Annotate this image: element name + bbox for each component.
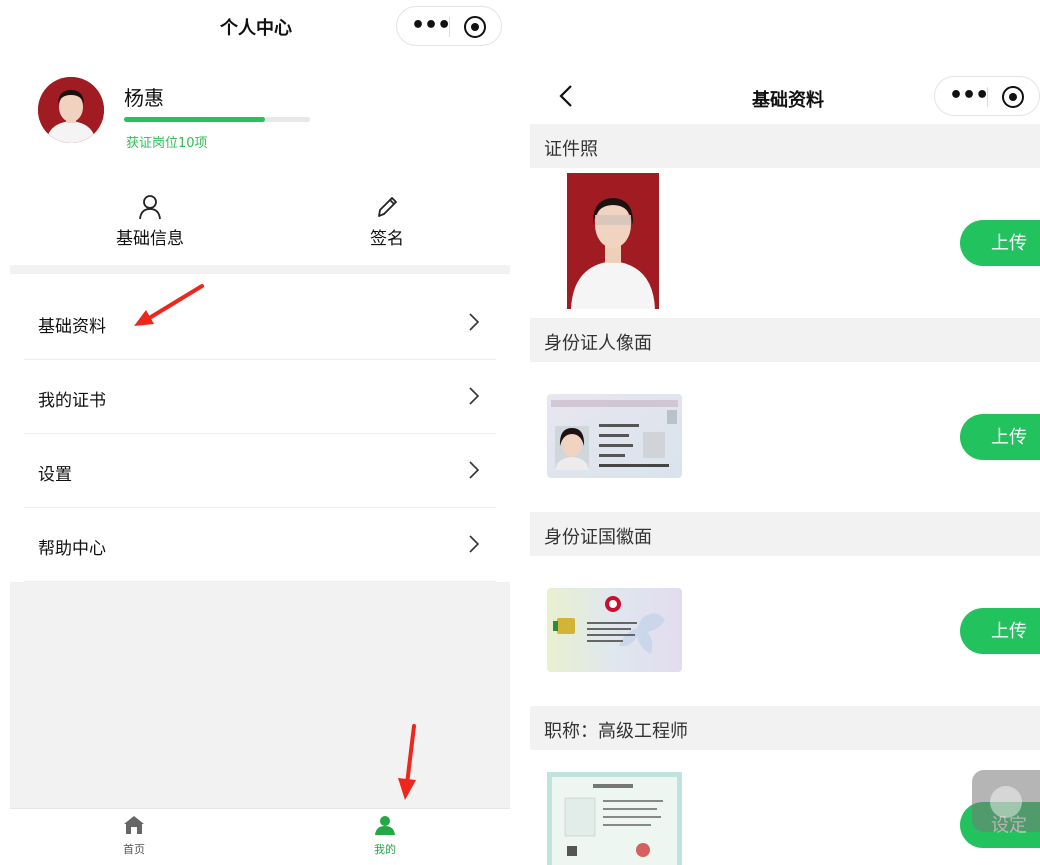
signature-button[interactable]: 签名 <box>332 194 442 249</box>
id-card-front-image <box>547 394 682 478</box>
tab-home-label: 首页 <box>123 843 145 856</box>
upload-id-photo-button[interactable]: 上传 <box>960 220 1040 266</box>
section-label: 身份证人像面 <box>544 333 652 354</box>
id-photo-thumbnail[interactable] <box>567 173 659 309</box>
page-title: 基础资料 <box>752 90 824 111</box>
menu-item-label: 基础资料 <box>38 317 106 337</box>
menu-item-label: 帮助中心 <box>38 539 106 559</box>
tab-home[interactable]: 首页 <box>94 815 174 857</box>
mini-program-capsule[interactable]: ••• <box>934 76 1040 116</box>
profile-screen: 个人中心 ••• 杨惠 获证岗位10项 基础信息 签名 基础资料 我的证书 设置… <box>10 0 510 865</box>
avatar[interactable] <box>38 77 104 143</box>
upload-id-front-button[interactable]: 上传 <box>960 414 1040 460</box>
capsule-divider <box>987 87 988 107</box>
capsule-divider <box>449 17 450 37</box>
avatar-photo <box>38 77 104 143</box>
tab-bar: 首页 我的 <box>10 808 510 865</box>
menu-item-my-certificates[interactable]: 我的证书 <box>24 360 496 434</box>
tab-mine[interactable]: 我的 <box>345 815 425 857</box>
chevron-right-icon <box>469 461 480 479</box>
more-icon[interactable]: ••• <box>411 14 451 38</box>
basic-data-screen: 基础资料 ••• 证件照 上传 身份证人像面 上传 身份证国徽面 上传 职称：高… <box>530 0 1040 865</box>
floating-assistive-button[interactable] <box>972 770 1040 832</box>
more-icon[interactable]: ••• <box>949 84 989 108</box>
section-label: 证件照 <box>544 139 598 160</box>
back-arrow-icon[interactable] <box>558 84 574 108</box>
tab-mine-label: 我的 <box>374 843 396 856</box>
basic-info-label: 基础信息 <box>116 229 184 249</box>
menu-item-settings[interactable]: 设置 <box>24 434 496 508</box>
annotation-arrow-menu <box>134 284 204 326</box>
section-header: 身份证国徽面 <box>530 512 1040 556</box>
section-label: 身份证国徽面 <box>544 527 652 548</box>
cert-progress-fill <box>124 117 266 122</box>
id-photo-image <box>567 173 659 309</box>
menu-item-basic-data[interactable]: 基础资料 <box>24 286 496 360</box>
section-header: 证件照 <box>530 124 1040 168</box>
home-icon <box>124 816 144 834</box>
empty-area <box>10 582 510 808</box>
section-header: 职称：高级工程师 <box>530 706 1040 750</box>
basic-info-button[interactable]: 基础信息 <box>95 194 205 249</box>
floating-ball-icon <box>990 786 1022 818</box>
signature-label: 签名 <box>370 229 404 249</box>
title-certificate-image <box>547 772 682 865</box>
close-target-icon[interactable] <box>1002 86 1024 108</box>
mini-program-capsule[interactable]: ••• <box>396 6 502 46</box>
annotation-arrow-tab <box>398 724 416 800</box>
cert-progress-bar <box>124 117 310 122</box>
upload-id-back-button[interactable]: 上传 <box>960 608 1040 654</box>
id-card-front-thumbnail[interactable] <box>547 394 682 478</box>
person-icon <box>375 816 395 835</box>
menu-item-help-center[interactable]: 帮助中心 <box>24 508 496 582</box>
chevron-right-icon <box>469 313 480 331</box>
chevron-right-icon <box>469 387 480 405</box>
page-title: 个人中心 <box>220 18 292 39</box>
close-target-icon[interactable] <box>464 16 486 38</box>
id-card-back-image <box>547 588 682 672</box>
user-name: 杨惠 <box>124 86 164 110</box>
cert-count-text: 获证岗位10项 <box>126 136 208 151</box>
section-label: 职称：高级工程师 <box>544 721 688 742</box>
pencil-icon <box>378 197 397 217</box>
section-header: 身份证人像面 <box>530 318 1040 362</box>
menu-item-label: 我的证书 <box>38 391 106 411</box>
id-card-back-thumbnail[interactable] <box>547 588 682 672</box>
section-divider <box>10 265 510 274</box>
chevron-right-icon <box>469 535 480 553</box>
user-icon <box>139 195 161 220</box>
title-certificate-thumbnail[interactable] <box>547 772 682 865</box>
menu-item-label: 设置 <box>38 465 72 485</box>
